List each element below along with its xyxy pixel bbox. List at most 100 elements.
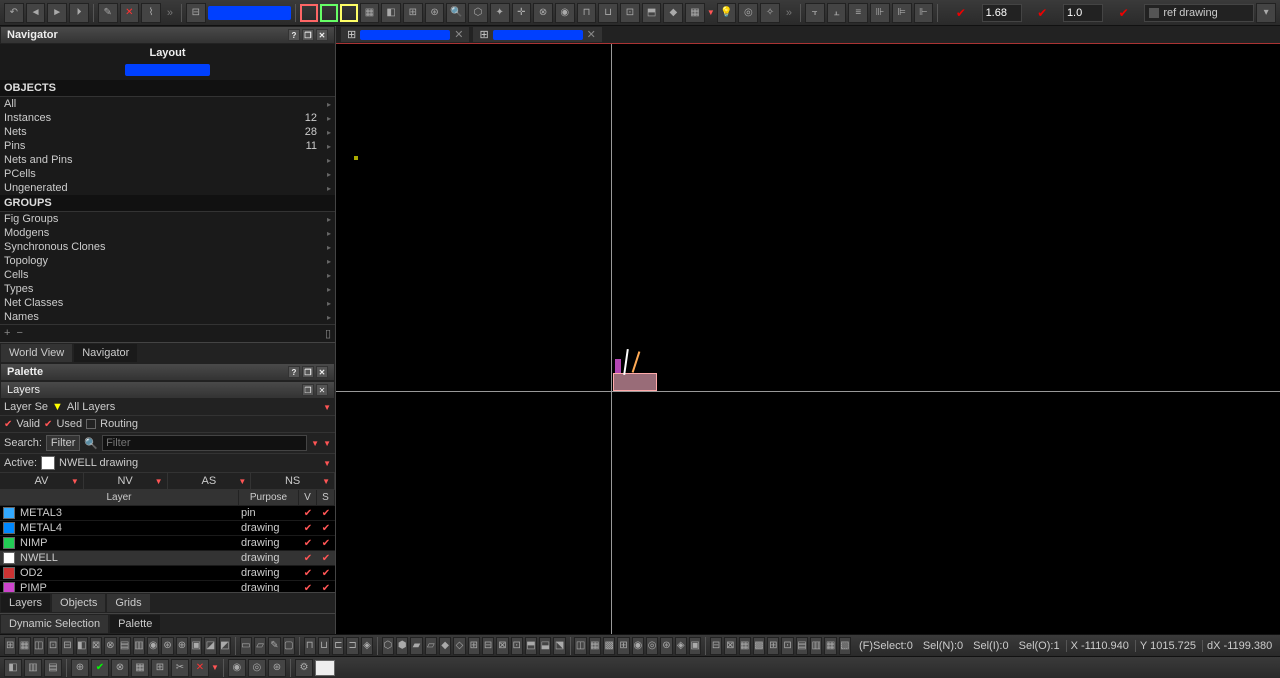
layer-row[interactable]: PIMP drawing ✔ ✔ [0, 581, 335, 592]
nav-object-row[interactable]: Pins11▸ [0, 139, 335, 153]
bt1-35-icon[interactable]: ⊡ [511, 637, 523, 655]
canvas-viewport[interactable] [336, 44, 1280, 634]
bt1-24-icon[interactable]: ⊐ [346, 637, 358, 655]
tool-16-icon[interactable]: ✧ [760, 3, 780, 23]
bt1-42-icon[interactable]: ⊞ [617, 637, 629, 655]
layer-select-check[interactable]: ✔ [317, 567, 335, 579]
vis-nv[interactable]: NV▼ [84, 473, 168, 489]
bt1-39-icon[interactable]: ◫ [574, 637, 586, 655]
bt1-30-icon[interactable]: ◆ [439, 637, 451, 655]
filter-mode-button[interactable]: Filter [46, 435, 80, 451]
bulb-icon[interactable]: 💡 [717, 3, 737, 23]
bt1-26-icon[interactable]: ⬡ [382, 637, 394, 655]
canvas-tab-1[interactable]: ⊞ ✕ [340, 26, 470, 43]
nav-object-row[interactable]: Nets and Pins▸ [0, 153, 335, 167]
nav-prev-icon[interactable]: ◄ [26, 3, 46, 23]
delete-icon[interactable]: ✕ [120, 3, 140, 23]
bt2-4-icon[interactable]: ⊕ [71, 659, 89, 677]
bt1-19-icon[interactable]: ✎ [268, 637, 280, 655]
layer-select-check[interactable]: ✔ [317, 552, 335, 564]
bt1-52-icon[interactable]: ⊞ [767, 637, 779, 655]
bt1-56-icon[interactable]: ▦ [824, 637, 836, 655]
tab-navigator[interactable]: Navigator [73, 343, 138, 363]
bt2-1-icon[interactable]: ◧ [4, 659, 22, 677]
tool-1-icon[interactable]: ▦ [360, 3, 380, 23]
tool-2-icon[interactable]: ◧ [381, 3, 401, 23]
nav-group-row[interactable]: Synchronous Clones▸ [0, 240, 335, 254]
bt1-38-icon[interactable]: ⬔ [553, 637, 565, 655]
bt1-10-icon[interactable]: ▥ [133, 637, 145, 655]
layer-select-check[interactable]: ✔ [317, 582, 335, 592]
context-dropdown[interactable] [208, 6, 292, 20]
tool-12-icon[interactable]: ⬒ [642, 3, 662, 23]
palette-help-icon[interactable]: ? [288, 366, 300, 378]
bt2-10-icon[interactable]: ◎ [248, 659, 266, 677]
bt1-7-icon[interactable]: ⊠ [90, 637, 102, 655]
tool-6-icon[interactable]: ✦ [490, 3, 510, 23]
layer-row[interactable]: NWELL drawing ✔ ✔ [0, 551, 335, 566]
layerset-dd-icon[interactable]: ▼ [323, 403, 331, 412]
tool-13-icon[interactable]: ◆ [663, 3, 683, 23]
bt1-28-icon[interactable]: ▰ [410, 637, 422, 655]
nav-group-row[interactable]: Fig Groups▸ [0, 212, 335, 226]
bt1-57-icon[interactable]: ▧ [839, 637, 851, 655]
routing-check[interactable] [86, 419, 96, 429]
bt1-40-icon[interactable]: ▦ [589, 637, 601, 655]
bt1-36-icon[interactable]: ⬒ [525, 637, 537, 655]
nav-object-row[interactable]: PCells▸ [0, 167, 335, 181]
tab-palette[interactable]: Palette [109, 614, 161, 634]
bt1-25-icon[interactable]: ◈ [361, 637, 373, 655]
ref-drawing-dropdown[interactable]: ref drawing [1144, 4, 1254, 22]
edit-icon[interactable]: ✎ [98, 3, 118, 23]
bt1-46-icon[interactable]: ◈ [675, 637, 687, 655]
layer-visible-check[interactable]: ✔ [299, 552, 317, 564]
bt1-41-icon[interactable]: ▩ [603, 637, 615, 655]
bt1-31-icon[interactable]: ◇ [453, 637, 465, 655]
bt1-44-icon[interactable]: ◎ [646, 637, 658, 655]
bt1-53-icon[interactable]: ⊡ [781, 637, 793, 655]
bt1-48-icon[interactable]: ⊟ [710, 637, 722, 655]
bt1-12-icon[interactable]: ⊛ [161, 637, 173, 655]
nav-object-row[interactable]: Instances12▸ [0, 111, 335, 125]
canvas-area[interactable]: ⊞ ✕ ⊞ ✕ [336, 26, 1280, 634]
bt2-8-icon[interactable]: ✂ [171, 659, 189, 677]
more2-icon[interactable]: » [786, 7, 792, 19]
align-4-icon[interactable]: ⊪ [870, 3, 890, 23]
tool-3-icon[interactable]: ⊞ [403, 3, 423, 23]
tool-5-icon[interactable]: ⬡ [468, 3, 488, 23]
nav-group-row[interactable]: Topology▸ [0, 254, 335, 268]
undo-icon[interactable]: ↶ [4, 3, 24, 23]
active-dd-icon[interactable]: ▼ [323, 459, 331, 468]
nav-end-icon[interactable]: ⏵ [69, 3, 89, 23]
bt1-5-icon[interactable]: ⊟ [61, 637, 73, 655]
bt2-swatch[interactable] [315, 660, 335, 676]
bt2-2-icon[interactable]: ▥ [24, 659, 42, 677]
bt2-gear-icon[interactable]: ⚙ [295, 659, 313, 677]
bt1-51-icon[interactable]: ▩ [753, 637, 765, 655]
align-2-icon[interactable]: ⫠ [827, 3, 847, 23]
help-icon[interactable]: ? [288, 29, 300, 41]
align-3-icon[interactable]: ≡ [848, 3, 868, 23]
bt1-17-icon[interactable]: ▭ [240, 637, 252, 655]
tool-zoom-icon[interactable]: 🔍 [446, 3, 466, 23]
bt1-45-icon[interactable]: ⊛ [660, 637, 672, 655]
layer-visible-check[interactable]: ✔ [299, 567, 317, 579]
bt1-54-icon[interactable]: ▤ [796, 637, 808, 655]
bt1-37-icon[interactable]: ⬓ [539, 637, 551, 655]
palette-undock-icon[interactable]: ❐ [302, 366, 314, 378]
tab-objects[interactable]: Objects [51, 593, 106, 613]
bt2-7-icon[interactable]: ⊞ [151, 659, 169, 677]
bt2-9-icon[interactable]: ◉ [228, 659, 246, 677]
palette-close-icon[interactable]: ✕ [316, 366, 328, 378]
bt1-2-icon[interactable]: ▦ [18, 637, 30, 655]
layer-select-check[interactable]: ✔ [317, 507, 335, 519]
tab1-close-icon[interactable]: ✕ [454, 28, 463, 41]
layer-row[interactable]: OD2 drawing ✔ ✔ [0, 566, 335, 581]
col-s[interactable]: S [317, 490, 335, 505]
brush-icon[interactable]: ⌇ [141, 3, 161, 23]
bt2-11-icon[interactable]: ⊛ [268, 659, 286, 677]
bt2-6-icon[interactable]: ▦ [131, 659, 149, 677]
bt2-dd-icon[interactable]: ▼ [211, 663, 219, 672]
layer-visible-check[interactable]: ✔ [299, 537, 317, 549]
bt1-50-icon[interactable]: ▦ [739, 637, 751, 655]
